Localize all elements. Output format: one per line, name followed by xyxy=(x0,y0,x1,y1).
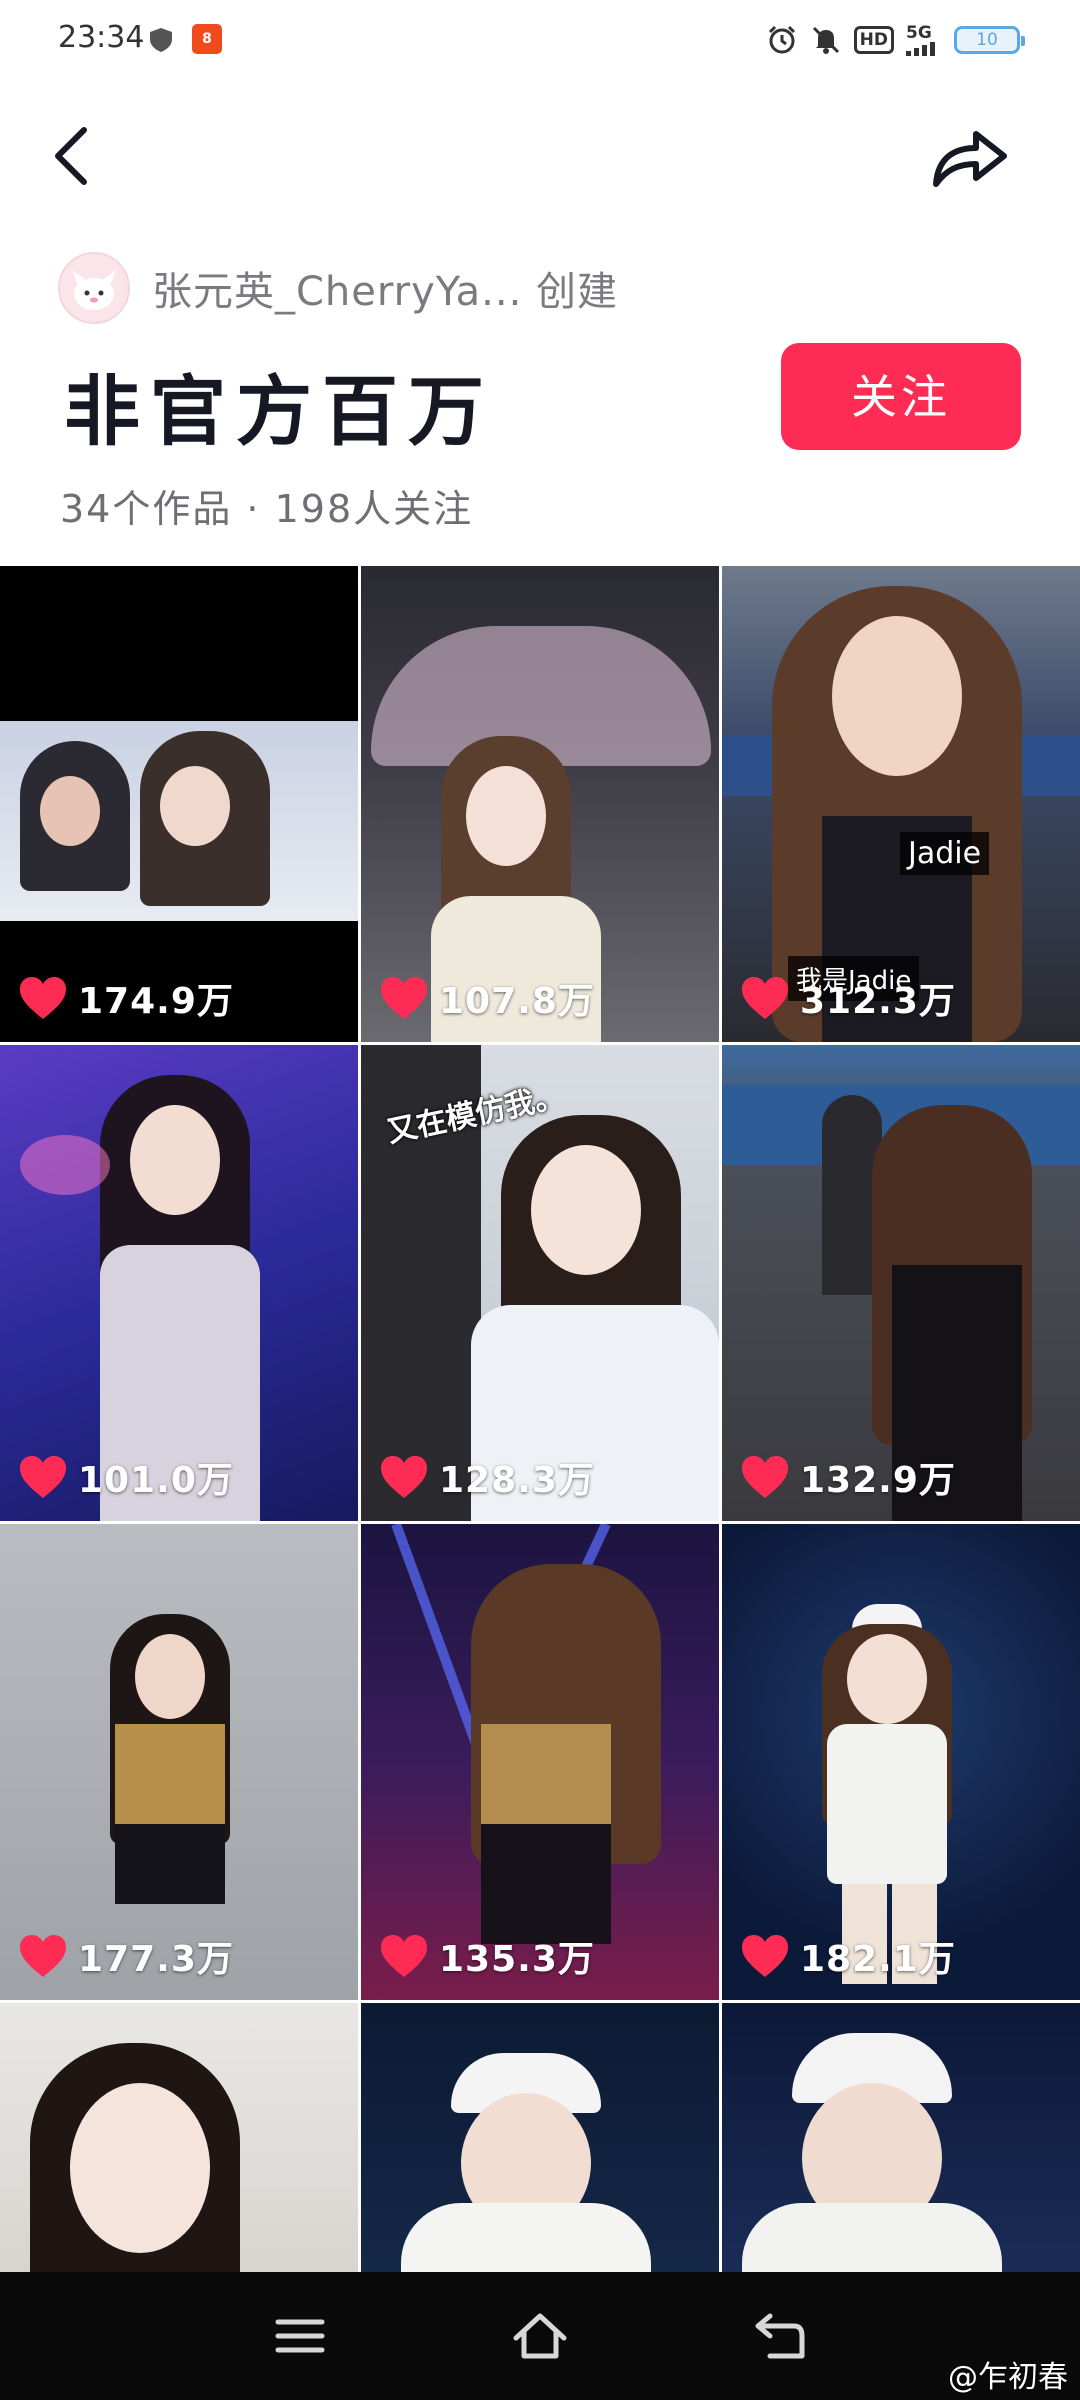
home-icon[interactable] xyxy=(510,2308,570,2364)
video-tile[interactable]: 132.9万 xyxy=(722,1045,1080,1521)
like-count: 174.9万 xyxy=(78,981,234,1022)
status-time: 23:34 xyxy=(58,20,145,55)
heart-icon xyxy=(381,977,427,1019)
shield-icon xyxy=(150,28,172,52)
like-count: 135.3万 xyxy=(439,1939,595,1980)
heart-icon xyxy=(20,1935,66,1977)
video-tile[interactable] xyxy=(0,2003,358,2272)
app-notification-icon: 8 xyxy=(192,24,222,54)
hd-icon: HD xyxy=(853,26,894,54)
creator-row[interactable]: 张元英_CherryYa... 创建 xyxy=(58,250,618,326)
video-tile[interactable]: 182.1万 xyxy=(722,1524,1080,2000)
like-count: 128.3万 xyxy=(439,1460,595,1501)
battery-icon: 10 xyxy=(954,26,1025,54)
watermark: @乍初春 xyxy=(948,2360,1068,2395)
video-tile[interactable] xyxy=(722,2003,1080,2272)
top-nav xyxy=(0,100,1080,210)
back-icon[interactable] xyxy=(40,110,120,200)
heart-icon xyxy=(381,1456,427,1498)
like-counter: 182.1万 xyxy=(740,1930,956,1982)
like-count: 107.8万 xyxy=(439,981,595,1022)
like-counter: 101.0万 xyxy=(18,1451,234,1503)
follow-button[interactable]: 关注 xyxy=(781,343,1021,450)
like-counter: 107.8万 xyxy=(379,972,595,1024)
alarm-icon xyxy=(768,25,795,54)
video-caption: Jadie xyxy=(900,832,990,875)
like-count: 177.3万 xyxy=(78,1939,234,1980)
like-counter: 135.3万 xyxy=(379,1930,595,1982)
share-icon[interactable] xyxy=(924,110,1014,200)
like-counter: 312.3万 xyxy=(740,972,956,1024)
video-tile[interactable]: 101.0万 xyxy=(0,1045,358,1521)
video-tile[interactable]: 又在模仿我。 128.3万 xyxy=(361,1045,719,1521)
signal-icon: 5G xyxy=(906,24,942,56)
mute-icon xyxy=(812,26,839,54)
heart-icon xyxy=(742,977,788,1019)
video-tile[interactable]: 177.3万 xyxy=(0,1524,358,2000)
like-count: 101.0万 xyxy=(78,1460,234,1501)
heart-icon xyxy=(20,1456,66,1498)
creator-name: 张元英_CherryYa... 创建 xyxy=(152,269,619,315)
like-count: 132.9万 xyxy=(800,1460,956,1501)
like-count: 182.1万 xyxy=(800,1939,956,1980)
like-counter: 177.3万 xyxy=(18,1930,234,1982)
heart-icon xyxy=(381,1935,427,1977)
video-tile[interactable]: 107.8万 xyxy=(361,566,719,1042)
avatar[interactable] xyxy=(58,252,130,324)
video-tile[interactable] xyxy=(361,2003,719,2272)
video-tile[interactable]: Jadie 我是Jadie 312.3万 xyxy=(722,566,1080,1042)
like-counter: 128.3万 xyxy=(379,1451,595,1503)
video-tile[interactable]: 135.3万 xyxy=(361,1524,719,2000)
heart-icon xyxy=(742,1456,788,1498)
menu-icon[interactable] xyxy=(270,2308,330,2364)
like-count: 312.3万 xyxy=(800,981,956,1022)
video-tile[interactable]: 174.9万 xyxy=(0,566,358,1042)
collection-stats: 34个作品 · 198人关注 xyxy=(60,487,474,531)
like-counter: 174.9万 xyxy=(18,972,234,1024)
status-indicators: HD 5G 10 xyxy=(766,20,1025,60)
status-bar: 23:34 8 HD 5G 10 xyxy=(0,0,1080,84)
back-nav-icon[interactable] xyxy=(750,2308,810,2364)
heart-icon xyxy=(742,1935,788,1977)
collection-title: 非官方百万 xyxy=(64,367,494,456)
network-type: 5G xyxy=(906,23,932,43)
heart-icon xyxy=(20,977,66,1019)
like-counter: 132.9万 xyxy=(740,1451,956,1503)
system-nav-bar xyxy=(0,2272,1080,2400)
